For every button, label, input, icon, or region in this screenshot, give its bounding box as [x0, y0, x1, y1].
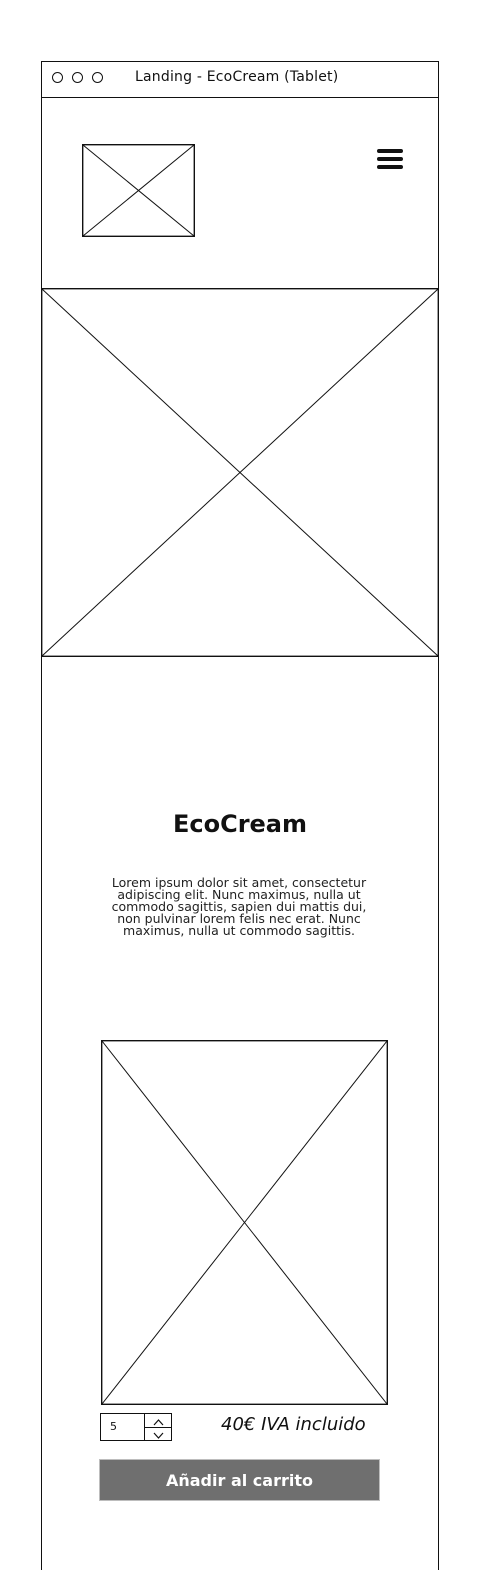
- product-title: EcoCream: [172, 810, 308, 838]
- logo-image[interactable]: [81, 143, 195, 237]
- hero-image: [40, 287, 440, 658]
- hamburger-menu-icon[interactable]: [377, 149, 403, 171]
- window-minimize-dot[interactable]: [72, 72, 83, 83]
- product-description: Lorem ipsum dolor sit amet, consectetur …: [111, 875, 367, 938]
- chevron-up-icon[interactable]: [145, 1414, 172, 1427]
- window-maximize-dot[interactable]: [92, 72, 103, 83]
- window-title: Landing - EcoCream (Tablet): [135, 69, 339, 85]
- quantity-value[interactable]: 5: [110, 1420, 117, 1433]
- price-label: 40€ IVA incluido: [221, 1414, 366, 1435]
- chevron-down-icon[interactable]: [145, 1427, 172, 1440]
- window-close-dot[interactable]: [52, 72, 63, 83]
- window-titlebar: Landing - EcoCream (Tablet): [41, 61, 439, 98]
- add-to-cart-button[interactable]: Añadir al carrito: [99, 1459, 380, 1501]
- quantity-stepper[interactable]: 5: [100, 1413, 172, 1441]
- product-image: [100, 1039, 389, 1406]
